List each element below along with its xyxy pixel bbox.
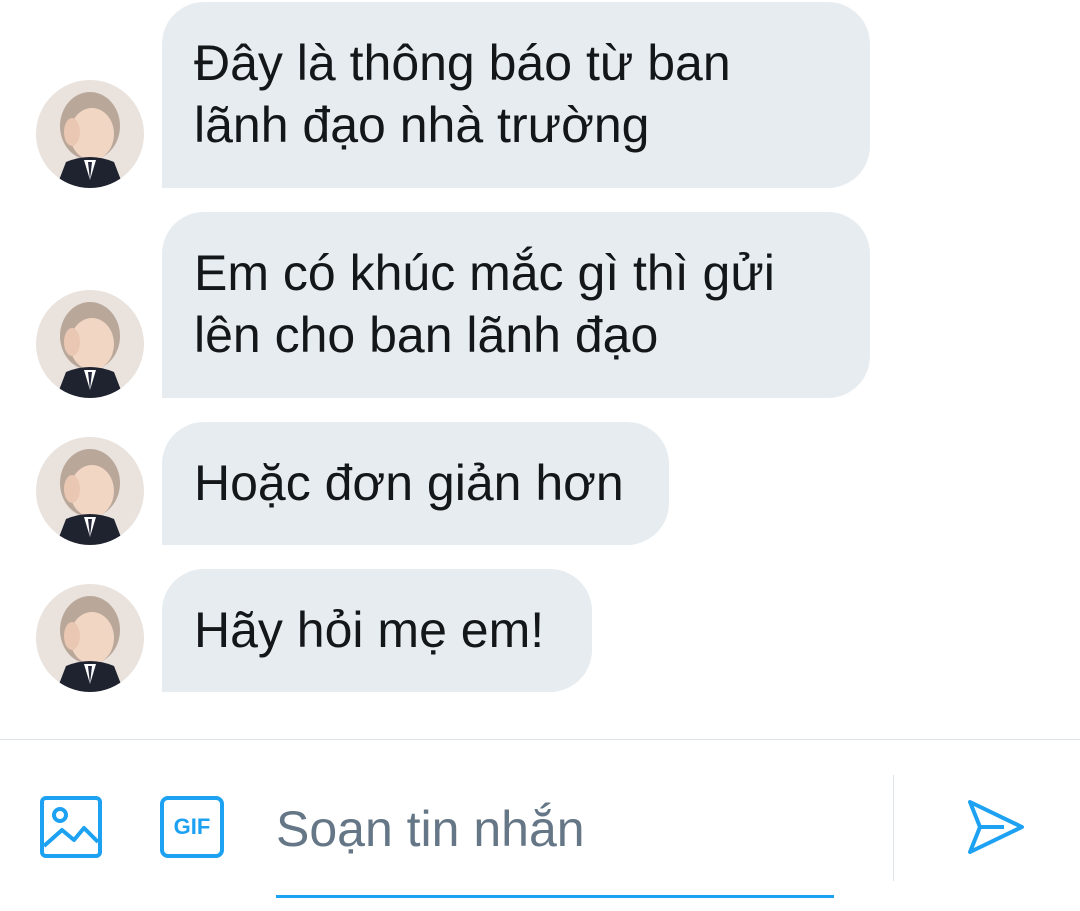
send-separator [893, 775, 894, 881]
message-bubble[interactable]: Đây là thông báo từ ban lãnh đạo nhà trư… [162, 2, 870, 188]
image-icon [40, 796, 102, 858]
add-image-button[interactable] [40, 796, 102, 858]
gif-button[interactable]: GIF [160, 796, 224, 858]
avatar[interactable] [36, 584, 144, 692]
gif-label: GIF [173, 814, 211, 839]
send-icon [968, 800, 1024, 854]
message-compose-field[interactable] [276, 790, 834, 898]
send-button[interactable] [964, 796, 1026, 858]
avatar[interactable] [36, 290, 144, 398]
avatar[interactable] [36, 437, 144, 545]
avatar[interactable] [36, 80, 144, 188]
message-bubble[interactable]: Em có khúc mắc gì thì gửi lên cho ban lã… [162, 212, 870, 398]
message-bubble[interactable]: Hoặc đơn giản hơn [162, 422, 669, 545]
message-bubble[interactable]: Hãy hỏi mẹ em! [162, 569, 592, 692]
message-input[interactable] [276, 798, 834, 860]
composer-divider [0, 739, 1080, 740]
